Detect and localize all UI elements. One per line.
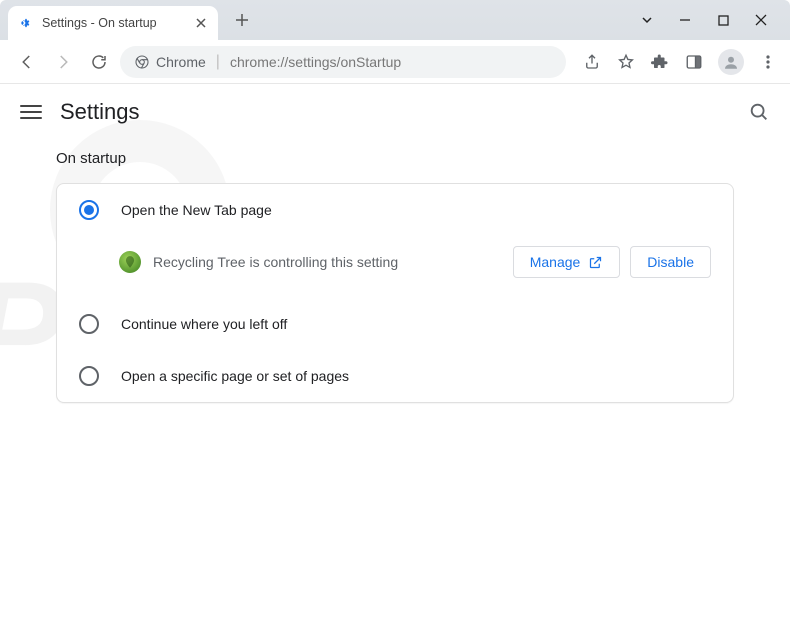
option-new-tab-row[interactable]: Open the New Tab page bbox=[57, 184, 733, 236]
maximize-button[interactable] bbox=[716, 13, 730, 27]
option-continue-row[interactable]: Continue where you left off bbox=[57, 298, 733, 350]
menu-icon[interactable] bbox=[758, 52, 778, 72]
new-tab-button[interactable] bbox=[228, 6, 256, 34]
external-link-icon bbox=[588, 255, 603, 270]
back-button[interactable] bbox=[12, 47, 42, 77]
extension-icon bbox=[119, 251, 141, 273]
forward-button[interactable] bbox=[48, 47, 78, 77]
tab-title: Settings - On startup bbox=[42, 16, 186, 30]
chrome-chip-label: Chrome bbox=[156, 54, 206, 70]
radio-specific[interactable] bbox=[79, 366, 99, 386]
browser-toolbar: Chrome | chrome://settings/onStartup bbox=[0, 40, 790, 84]
search-icon[interactable] bbox=[748, 101, 770, 123]
chrome-chip: Chrome bbox=[134, 54, 206, 70]
radio-continue[interactable] bbox=[79, 314, 99, 334]
close-window-button[interactable] bbox=[754, 13, 768, 27]
chevron-down-icon[interactable] bbox=[640, 13, 654, 27]
close-tab-icon[interactable] bbox=[194, 16, 208, 30]
settings-gear-icon bbox=[18, 15, 34, 31]
hamburger-menu-icon[interactable] bbox=[20, 101, 42, 123]
manage-button[interactable]: Manage bbox=[513, 246, 621, 278]
settings-header: Settings bbox=[0, 84, 790, 140]
page-title: Settings bbox=[60, 99, 140, 125]
option-continue-label: Continue where you left off bbox=[121, 316, 287, 332]
reload-button[interactable] bbox=[84, 47, 114, 77]
profile-avatar[interactable] bbox=[718, 49, 744, 75]
share-icon[interactable] bbox=[582, 52, 602, 72]
manage-label: Manage bbox=[530, 254, 581, 270]
star-icon[interactable] bbox=[616, 52, 636, 72]
toolbar-right-icons bbox=[572, 49, 778, 75]
window-controls bbox=[640, 13, 790, 27]
option-new-tab-label: Open the New Tab page bbox=[121, 202, 272, 218]
option-specific-row[interactable]: Open a specific page or set of pages bbox=[57, 350, 733, 402]
section-title: On startup bbox=[56, 150, 734, 167]
window-titlebar: Settings - On startup bbox=[0, 0, 790, 40]
option-specific-label: Open a specific page or set of pages bbox=[121, 368, 349, 384]
extensions-icon[interactable] bbox=[650, 52, 670, 72]
omnibox-divider: | bbox=[216, 53, 220, 71]
disable-label: Disable bbox=[647, 254, 694, 270]
disable-button[interactable]: Disable bbox=[630, 246, 711, 278]
url-text: chrome://settings/onStartup bbox=[230, 54, 401, 70]
startup-options-card: Open the New Tab page Recycling Tree is … bbox=[56, 183, 734, 403]
sidepanel-icon[interactable] bbox=[684, 52, 704, 72]
settings-content: On startup Open the New Tab page Recycli… bbox=[0, 140, 790, 413]
chrome-icon bbox=[134, 54, 150, 70]
radio-new-tab[interactable] bbox=[79, 200, 99, 220]
minimize-button[interactable] bbox=[678, 13, 692, 27]
extension-message: Recycling Tree is controlling this setti… bbox=[153, 254, 513, 270]
browser-tab[interactable]: Settings - On startup bbox=[8, 6, 218, 40]
extension-control-row: Recycling Tree is controlling this setti… bbox=[57, 236, 733, 298]
address-bar[interactable]: Chrome | chrome://settings/onStartup bbox=[120, 46, 566, 78]
